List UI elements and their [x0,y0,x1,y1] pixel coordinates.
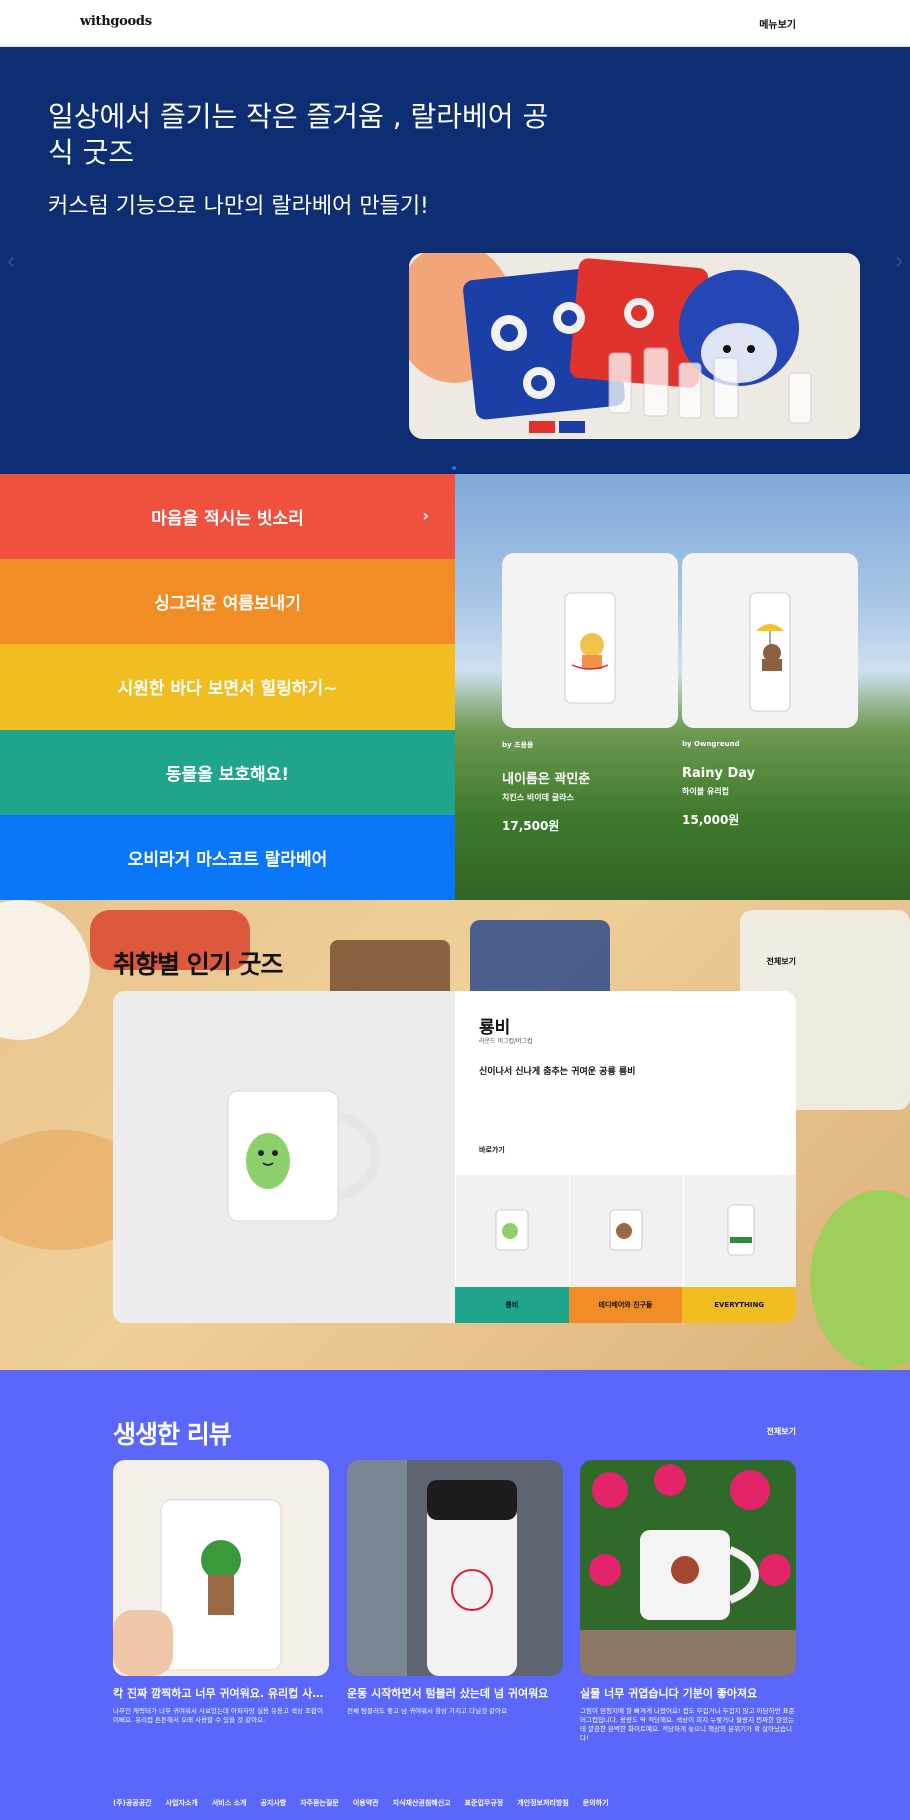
tab-ryongbi[interactable]: 룡비 [455,1287,569,1323]
review-photo-tumbler [347,1460,563,1676]
banner-item-animal[interactable]: 동물을 보호해요! [0,729,455,815]
review-image [347,1460,563,1676]
hero-product-image[interactable] [409,253,860,439]
chevron-left-icon[interactable]: ‹ [6,247,16,275]
popular-product-card: 룡비 라운드 머그컵/머그컵 신이나서 신나게 춤추는 귀여운 공룡 룡비 바로… [113,991,796,1323]
product-info: by Owngreund Rainy Day 하이볼 유리컵 15,000원 [682,740,755,828]
banner-label: 오비라거 마스코트 랄라베어 [127,849,328,870]
glass-thumbnail-illustration [727,1204,755,1256]
banner-item-summer[interactable]: 싱그러운 여름보내기 [0,559,455,645]
banner-label: 동물을 보호해요! [165,764,290,785]
chevron-right-icon[interactable]: › [894,247,904,275]
site-logo[interactable]: withgoods [80,14,152,29]
product-thumbnails [455,1175,796,1287]
review-text: 그림이 엄청지에 잘 빠져게 나왔어요! 컵도 무겁거나 두껍지 않고 아담하면… [580,1707,795,1742]
theme-banner-list: 마음을 적시는 빗소리 › 싱그러운 여름보내기 시원한 바다 보면서 힐링하기… [0,474,455,900]
product-description: 치킨스 비이데 글라스 [502,793,574,802]
chevron-right-icon: › [422,506,429,525]
review-photo-glass [113,1460,329,1676]
hero-subtitle: 커스텀 기능으로 나만의 랄라베어 만들기! [48,194,429,219]
hero-banner: 일상에서 즐기는 작은 즐거움 , 랄라베어 공식 굿즈 커스텀 기능으로 나만… [0,47,910,474]
top-navigation-bar: withgoods 메뉴보기 [0,0,910,47]
product-card-image[interactable] [682,553,858,728]
carousel-indicator[interactable] [452,466,456,470]
banner-item-mascot[interactable]: 오비라거 마스코트 랄라베어 [0,814,455,900]
banner-label: 시원한 바다 보면서 힐링하기~ [117,679,338,700]
review-text: 전체 텀블러도 좋고 넘 귀여워서 항상 가지고 다닐것 같아요 [347,1707,508,1715]
product-maker: by Owngreund [682,740,740,748]
review-title: 칵 진짜 깜찍하고 너무 귀여워요. 유리컵 사이즈도 [113,1687,329,1700]
footer-link-faq[interactable]: 자주묻는질문 [300,1798,339,1808]
featured-products-panel: by 조용용 내이름은 곽민춘 치킨스 비이데 글라스 17,500원 by O… [455,474,910,900]
section-title: 생생한 리뷰 [113,1420,232,1449]
banner-label: 마음을 적시는 빗소리 [151,509,304,530]
thumbnail-item[interactable] [683,1175,796,1287]
product-name[interactable]: Rainy Day [682,766,755,781]
review-photo-mug [580,1460,796,1676]
go-to-product-link[interactable]: 바로가기 [479,1145,505,1155]
review-card[interactable]: 운동 시작하면서 텀블러 샀는데 넘 귀여워요 전체 텀블러도 좋고 넘 귀여워… [347,1460,563,1716]
view-all-link[interactable]: 전체보기 [767,1426,796,1437]
footer-link-ip[interactable]: 지식재산권침해신고 [393,1798,451,1808]
banner-label: 싱그러운 여름보내기 [154,594,301,615]
footer-link-privacy[interactable]: 개인정보처리방침 [517,1798,569,1808]
footer-link-standard[interactable]: 표준입무규정 [465,1798,504,1808]
footer-links: (주)공공공간 사업자소개 서비스 소개 공지사항 자주묻는질문 이용약관 지식… [113,1798,609,1808]
footer-link-company[interactable]: (주)공공공간 [113,1798,152,1808]
character-tabs: 룡비 테디베어와 친구들 EVERYTHING [455,1287,796,1323]
product-category: 라운드 머그컵/머그컵 [479,1038,533,1045]
product-price: 15,000원 [682,813,740,827]
banner-item-rain[interactable]: 마음을 적시는 빗소리 › [0,474,455,560]
tab-teddybear[interactable]: 테디베어와 친구들 [568,1287,683,1323]
footer-link-terms[interactable]: 이용약관 [353,1798,379,1808]
review-title: 실물 너무 귀엽습니다 기분이 좋아져요 [580,1687,758,1700]
popular-goods-section: 취향별 인기 굿즈 전체보기 룡비 라운드 머그컵/머그컵 신이나서 신나게 춤… [0,900,910,1370]
thumbnail-item[interactable] [569,1175,683,1287]
mug-thumbnail-illustration [609,1209,643,1251]
review-image [580,1460,796,1676]
thumbnail-item[interactable] [455,1175,569,1287]
review-image [113,1460,329,1676]
footer-link-business[interactable]: 사업자소개 [166,1798,198,1808]
product-main-image[interactable] [113,991,455,1323]
review-card[interactable]: 실물 너무 귀엽습니다 기분이 좋아져요 그림이 엄청지에 잘 빠져게 나왔어요… [580,1460,796,1743]
product-description: 신이나서 신나게 춤추는 귀여운 공룡 룡비 [479,1067,636,1077]
footer-link-notice[interactable]: 공지사항 [260,1798,286,1808]
mug-illustration [227,1090,381,1222]
banner-item-sea[interactable]: 시원한 바다 보면서 힐링하기~ [0,644,455,730]
mug-thumbnail-illustration [495,1209,529,1251]
footer-link-service[interactable]: 서비스 소개 [212,1798,247,1808]
product-info: by 조용용 내이름은 곽민춘 치킨스 비이데 글라스 17,500원 [502,740,590,834]
glass-product-illustration [749,592,791,712]
product-price: 17,500원 [502,819,560,833]
hero-product-illustration [409,253,860,439]
product-name[interactable]: 내이름은 곽민춘 [502,768,590,787]
product-name: 룡비 [479,1018,511,1038]
footer-link-contact[interactable]: 문의하기 [583,1798,609,1808]
product-description: 하이볼 유리컵 [682,787,729,796]
product-card-image[interactable] [502,553,678,728]
review-title: 운동 시작하면서 텀블러 샀는데 넘 귀여워요 [347,1687,549,1700]
product-maker: by 조용용 [502,741,534,749]
review-text: 나무인 캐릭터가 너무 귀여워서 사보았는데 아파자망 실용 유용고 색상 조합… [113,1707,323,1724]
glass-product-illustration [564,592,616,704]
tab-everything[interactable]: EVERYTHING [682,1287,796,1323]
review-card[interactable]: 칵 진짜 깜찍하고 너무 귀여워요. 유리컵 사이즈도 나무인 캐릭터가 너무 … [113,1460,329,1725]
reviews-section: 생생한 리뷰 전체보기 칵 진짜 깜찍하고 너무 귀여워요. 유리컵 사이즈도 … [0,1370,910,1820]
section-title: 취향별 인기 굿즈 [113,950,283,979]
hero-title: 일상에서 즐기는 작은 즐거움 , 랄라베어 공식 굿즈 [48,100,549,169]
menu-button[interactable]: 메뉴보기 [759,16,796,31]
view-all-link[interactable]: 전체보기 [767,956,796,967]
product-detail-panel: 룡비 라운드 머그컵/머그컵 신이나서 신나게 춤추는 귀여운 공룡 룡비 바로… [455,991,796,1323]
